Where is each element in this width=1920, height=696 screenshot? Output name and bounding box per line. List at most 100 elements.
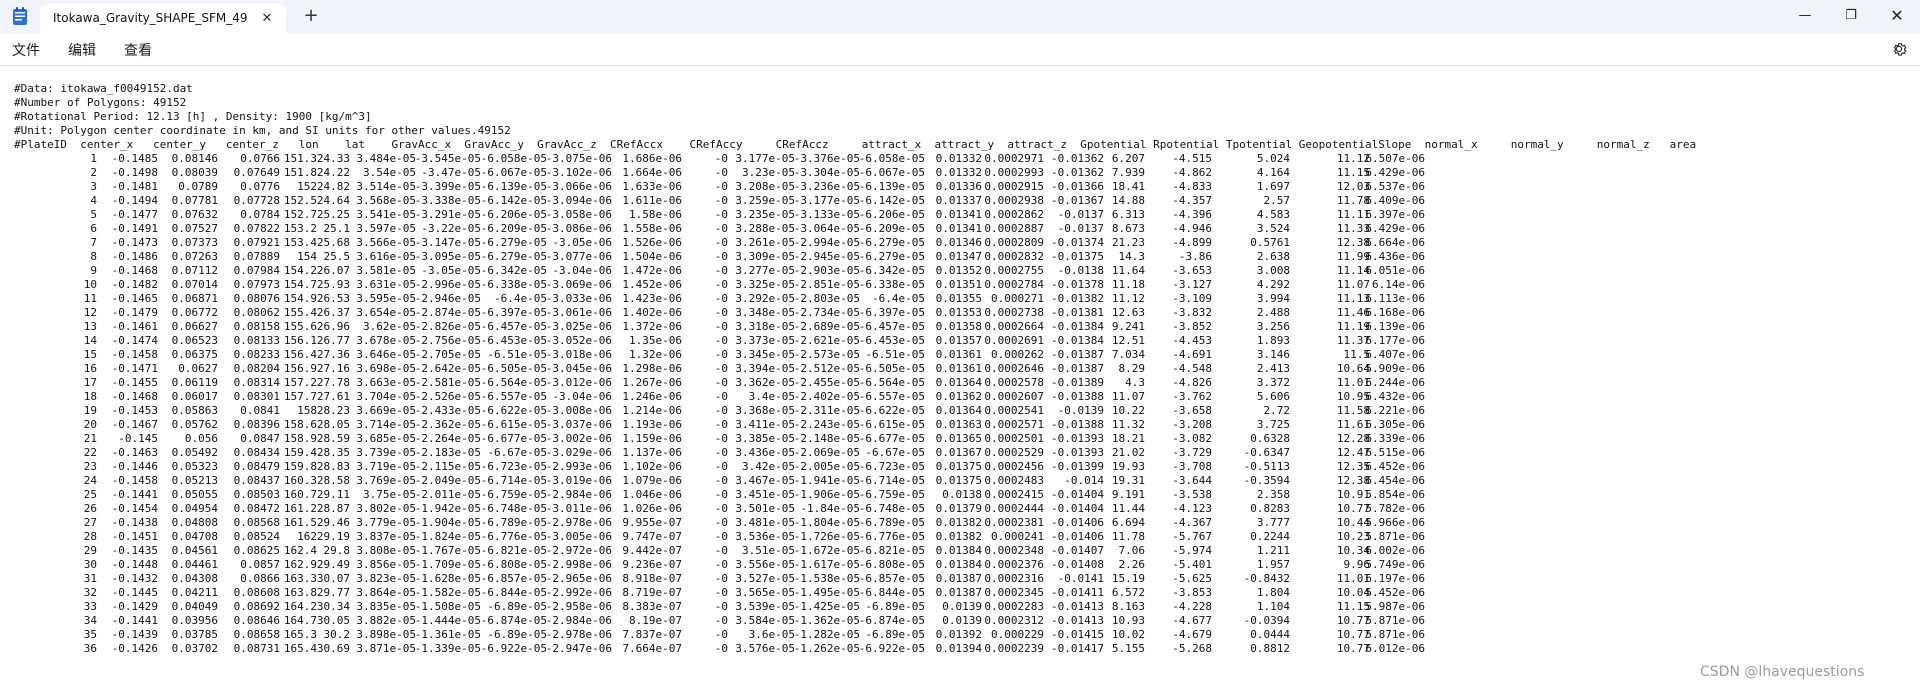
- table-cell: 0.0002316: [984, 572, 1044, 585]
- table-cell: 3.882e-05: [356, 614, 416, 627]
- table-cell: 0.0002571: [984, 418, 1044, 431]
- table-cell: 22: [83, 446, 97, 459]
- table-cell: 0.08039: [171, 166, 218, 179]
- watermark: CSDN @lhavequestions: [1700, 664, 1865, 680]
- table-cell: -6.844e-05: [480, 586, 547, 599]
- table-cell: 27.78: [316, 376, 350, 389]
- table-cell: -6.67e-05: [487, 446, 547, 459]
- table-cell: -2.011e-05: [414, 488, 481, 501]
- table-cell: 0.0444: [1250, 628, 1290, 641]
- table-cell: -6.789e-05: [480, 516, 547, 529]
- table-cell: 2.358: [1256, 488, 1290, 501]
- table-cell: 0.08608: [233, 586, 280, 599]
- table-cell: 0.8812: [1250, 642, 1290, 655]
- table-cell: -5.401: [1172, 558, 1212, 571]
- table-cell: 1.298e-06: [622, 362, 682, 375]
- table-cell: 4.3: [1125, 376, 1145, 389]
- table-cell: -3.011e-06: [545, 502, 612, 515]
- table-cell: 3.556e-05: [735, 558, 795, 571]
- table-cell: 27.36: [316, 348, 350, 361]
- table-cell: 11.64: [1111, 264, 1145, 277]
- table-cell: 6.339e-06: [1365, 432, 1425, 445]
- table-cell: -3.399e-05: [414, 180, 481, 193]
- table-cell: 11.32: [1111, 418, 1145, 431]
- table-cell: 1.633e-06: [622, 180, 682, 193]
- table-cell: 154.7: [283, 278, 317, 291]
- file-tab[interactable]: Itokawa_Gravity_SHAPE_SFM_49k_ ✕: [40, 4, 286, 33]
- table-cell: 0.01362: [935, 390, 982, 403]
- table-cell: 0.06523: [171, 334, 218, 347]
- table-cell: 153.2: [283, 222, 317, 235]
- table-cell: -0.01415: [1051, 628, 1104, 641]
- table-cell: -6.844e-05: [858, 586, 925, 599]
- table-cell: 0.04708: [171, 530, 218, 543]
- table-cell: -0: [714, 166, 728, 179]
- table-cell: 3.685e-05: [356, 432, 416, 445]
- table-cell: -3.04e-06: [552, 390, 612, 403]
- maximize-icon[interactable]: ❐: [1828, 0, 1874, 30]
- table-cell: -2.455e-05: [793, 376, 860, 389]
- table-cell: -0: [714, 516, 728, 529]
- table-cell: -6.776e-05: [480, 530, 547, 543]
- table-cell: -1.262e-05: [793, 642, 860, 655]
- table-cell: 3.898e-05: [356, 628, 416, 641]
- menu-file[interactable]: 文件: [12, 40, 40, 60]
- table-cell: -6.453e-05: [480, 334, 547, 347]
- table-cell: -6.723e-05: [858, 460, 925, 473]
- table-cell: -0.01406: [1051, 530, 1104, 543]
- menu-edit[interactable]: 编辑: [68, 40, 96, 60]
- tab-close-icon[interactable]: ✕: [257, 9, 277, 29]
- table-cell: -6.67e-05: [865, 446, 925, 459]
- table-cell: 3.541e-05: [356, 208, 416, 221]
- table-cell: -1.628e-05: [414, 572, 481, 585]
- menu-view[interactable]: 查看: [124, 40, 152, 60]
- table-cell: 0.2244: [1250, 530, 1290, 543]
- gear-icon[interactable]: [1890, 40, 1908, 58]
- table-cell: 0.06119: [171, 376, 218, 389]
- table-cell: 3.663e-05: [356, 376, 416, 389]
- table-cell: 10.93: [1111, 614, 1145, 627]
- table-cell: 0.0139: [942, 614, 982, 627]
- table-cell: -6.338e-05: [858, 278, 925, 291]
- table-cell: -3.094e-06: [545, 194, 612, 207]
- minimize-icon[interactable]: —: [1782, 0, 1828, 30]
- table-cell: 9.241: [1111, 320, 1145, 333]
- table-cell: -0: [714, 334, 728, 347]
- table-cell: -3.177e-05: [793, 194, 860, 207]
- table-cell: 0.01341: [935, 208, 982, 221]
- table-cell: -3.058e-06: [545, 208, 612, 221]
- table-cell: 3.769e-05: [356, 474, 416, 487]
- table-cell: -1.767e-05: [414, 544, 481, 557]
- table-cell: -2.978e-06: [545, 516, 612, 529]
- new-tab-icon[interactable]: +: [300, 5, 322, 27]
- table-cell: -2.965e-06: [545, 572, 612, 585]
- table-cell: -0: [714, 586, 728, 599]
- table-cell: -0.01413: [1051, 614, 1104, 627]
- table-cell: -0.01367: [1051, 194, 1104, 207]
- table-cell: 2.413: [1256, 362, 1290, 375]
- table-cell: 3.318e-05: [735, 320, 795, 333]
- table-cell: 3.54e-05: [363, 166, 416, 179]
- table-cell: 26.07: [316, 264, 350, 277]
- table-cell: 0.0138: [942, 488, 982, 501]
- table-cell: -0.3594: [1243, 474, 1290, 487]
- table-cell: -0.1453: [111, 404, 158, 417]
- table-cell: 1.697: [1256, 180, 1290, 193]
- window-close-icon[interactable]: ✕: [1874, 0, 1920, 30]
- table-cell: -6.209e-05: [480, 222, 547, 235]
- table-cell: -0: [714, 474, 728, 487]
- table-cell: 3.51e-05: [742, 544, 795, 557]
- table-cell: 29.8: [323, 544, 351, 557]
- table-cell: -0.1465: [111, 292, 158, 305]
- text-editor[interactable]: #Data: itokawa_f0049152.dat #Number of P…: [0, 66, 1920, 696]
- table-cell: -0.1451: [111, 530, 158, 543]
- table-cell: 3.631e-05: [356, 278, 416, 291]
- table-cell: 15.19: [1111, 572, 1145, 585]
- table-cell: -3.208: [1172, 418, 1212, 431]
- table-cell: 32: [83, 586, 97, 599]
- table-cell: 24.82: [316, 180, 350, 193]
- table-cell: 3.568e-05: [356, 194, 416, 207]
- table-cell: 24.33: [316, 152, 350, 165]
- table-cell: -6.279e-05: [858, 236, 925, 249]
- table-cell: 6.012e-06: [1365, 642, 1425, 655]
